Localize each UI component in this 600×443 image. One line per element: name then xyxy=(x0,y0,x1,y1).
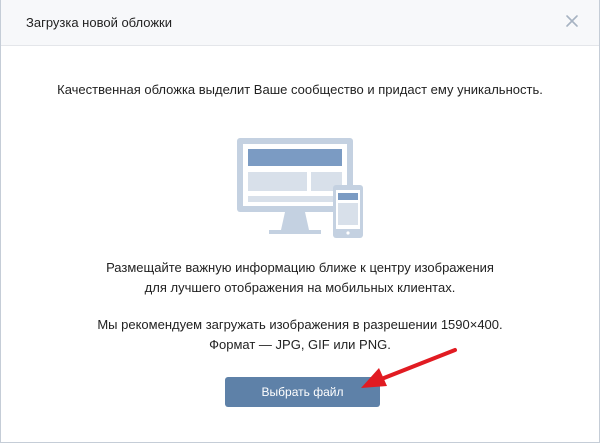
upload-cover-modal: Загрузка новой обложки Качественная обло… xyxy=(0,0,600,443)
tips-line-1: Размещайте важную информацию ближе к цен… xyxy=(106,260,494,275)
red-arrow-annotation xyxy=(357,346,459,394)
modal-header: Загрузка новой обложки xyxy=(1,0,599,46)
recommend-line-1: Мы рекомендуем загружать изображения в р… xyxy=(97,317,503,332)
recommend-line-2: Формат — JPG, GIF или PNG. xyxy=(209,337,391,352)
tips-text: Размещайте важную информацию ближе к цен… xyxy=(1,258,599,298)
tips-line-2: для лучшего отображения на мобильных кли… xyxy=(144,280,456,295)
modal-title: Загрузка новой обложки xyxy=(26,15,173,30)
desktop-mobile-illustration xyxy=(237,138,365,240)
close-icon[interactable] xyxy=(565,14,579,28)
modal-tagline: Качественная обложка выделит Ваше сообще… xyxy=(57,82,543,97)
recommend-text: Мы рекомендуем загружать изображения в р… xyxy=(1,315,599,355)
